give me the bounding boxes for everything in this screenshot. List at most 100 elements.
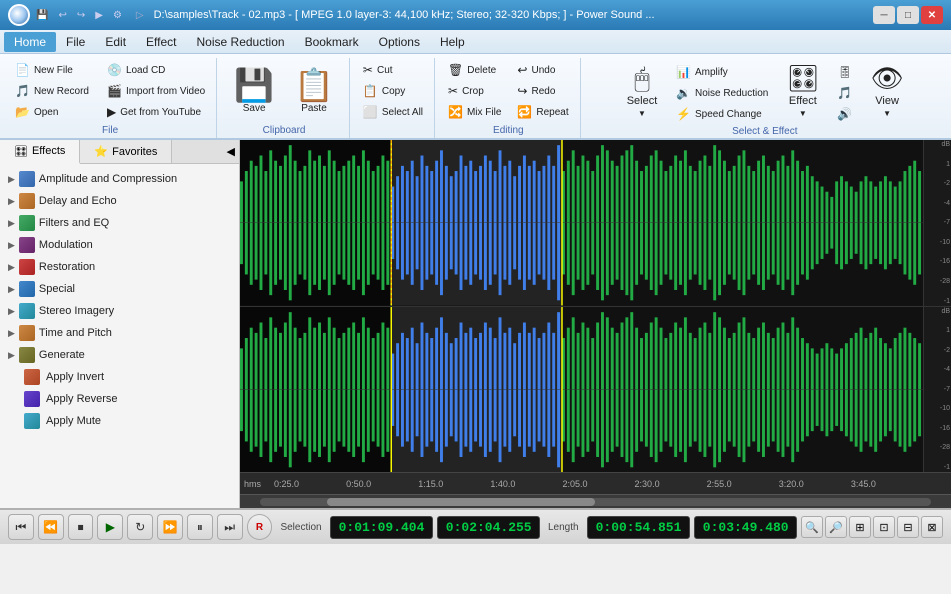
loop-button[interactable]: ↻ <box>127 514 153 540</box>
zoom-controls: 🔍 🔎 ⊞ ⊡ ⊟ ⊠ <box>801 516 943 538</box>
effects-tab[interactable]: 🎛 Effects <box>0 140 80 164</box>
noise-reduction-button[interactable]: 🔉 Noise Reduction <box>671 83 773 103</box>
chevron-amplitude: ▶ <box>8 174 15 185</box>
paste-button[interactable]: 📋 Paste <box>285 60 343 122</box>
menu-options[interactable]: Options <box>369 32 430 52</box>
minimize-button[interactable]: ─ <box>873 6 895 24</box>
fast-forward-button[interactable]: ⏩ <box>157 514 183 540</box>
menu-bookmark[interactable]: Bookmark <box>295 32 369 52</box>
top-waveform-svg <box>240 140 923 306</box>
mix-icon: 🔀 <box>448 105 463 119</box>
sidebar-modulation[interactable]: ▶ Modulation <box>0 234 239 256</box>
crop-button[interactable]: ✂ Crop <box>443 81 506 101</box>
h-scrollbar-area[interactable] <box>240 494 951 508</box>
tl-3-20: 3:20.0 <box>779 479 851 489</box>
menu-help[interactable]: Help <box>430 32 475 52</box>
select-button[interactable]: 🖱 Select ▼ <box>617 60 667 123</box>
sidebar-apply-reverse[interactable]: Apply Reverse <box>0 388 239 410</box>
h-scrollbar-track[interactable] <box>260 498 931 506</box>
quick-undo[interactable]: ↩ <box>58 10 66 21</box>
undo-button[interactable]: ↩ Undo <box>512 60 573 80</box>
effect-icon: 🎛 <box>786 65 819 91</box>
top-track[interactable]: dB 1 -2 -4 -7 -10 -16 -28 -1 <box>240 140 951 307</box>
some-effect-2[interactable]: 🎵 <box>832 83 857 103</box>
some-effect-3[interactable]: 🔊 <box>832 104 857 124</box>
stop-button[interactable]: ⏹ <box>68 514 94 540</box>
some-effect-1[interactable]: 🎚 <box>832 62 857 82</box>
new-record-button[interactable]: 🎵 New Record <box>10 81 94 101</box>
sidebar-expand[interactable]: ◀ <box>223 140 239 163</box>
zoom-out-button[interactable]: 🔎 <box>825 516 847 538</box>
h-scrollbar-thumb[interactable] <box>327 498 595 506</box>
undo-icon: ↩ <box>517 63 527 77</box>
quick-settings[interactable]: ⚙ <box>113 10 122 21</box>
sidebar-apply-invert[interactable]: Apply Invert <box>0 366 239 388</box>
quick-save[interactable]: 💾 <box>36 10 48 21</box>
quick-redo[interactable]: ↪ <box>77 10 85 21</box>
cut-button[interactable]: ✂ Cut <box>358 60 398 80</box>
delete-button[interactable]: 🗑 Delete <box>443 60 506 80</box>
close-button[interactable]: ✕ <box>921 6 943 24</box>
rewind-button[interactable]: ⏪ <box>38 514 64 540</box>
pause-button[interactable]: ⏸ <box>187 514 213 540</box>
goto-start-button[interactable]: ⏮ <box>8 514 34 540</box>
maximize-button[interactable]: □ <box>897 6 919 24</box>
select-all-button[interactable]: ⬜ Select All <box>358 102 428 122</box>
db-scale-top: dB 1 -2 -4 -7 -10 -16 -28 -1 <box>923 140 951 306</box>
sidebar-special[interactable]: ▶ Special <box>0 278 239 300</box>
zoom-fit-button[interactable]: ⊡ <box>873 516 895 538</box>
app-logo <box>8 4 30 26</box>
sidebar-restoration[interactable]: ▶ Restoration <box>0 256 239 278</box>
delete-icon: 🗑 <box>448 63 463 77</box>
sidebar-time-pitch[interactable]: ▶ Time and Pitch <box>0 322 239 344</box>
apply-reverse-icon <box>24 391 40 407</box>
get-youtube-button[interactable]: ▶ Get from YouTube <box>102 102 210 122</box>
sidebar-apply-mute[interactable]: Apply Mute <box>0 410 239 432</box>
menu-home[interactable]: Home <box>4 32 56 52</box>
repeat-button[interactable]: 🔁 Repeat <box>512 102 573 122</box>
load-cd-button[interactable]: 💿 Load CD <box>102 60 210 80</box>
open-button[interactable]: 📂 Open <box>10 102 94 122</box>
length-display: 0:00:54.851 <box>587 516 690 539</box>
menu-effect[interactable]: Effect <box>136 32 186 52</box>
menu-file[interactable]: File <box>56 32 95 52</box>
tl-2-30: 2:30.0 <box>635 479 707 489</box>
view-button[interactable]: 👁 View ▼ <box>862 60 913 123</box>
sidebar-delay[interactable]: ▶ Delay and Echo <box>0 190 239 212</box>
amplify-button[interactable]: 📊 Amplify <box>671 62 773 82</box>
bottom-waveform-svg <box>240 307 923 473</box>
copy-button[interactable]: 📋 Copy <box>358 81 410 101</box>
sidebar-stereo[interactable]: ▶ Stereo Imagery <box>0 300 239 322</box>
bottom-track[interactable]: dB 1 -2 -4 -7 -10 -16 -28 -1 <box>240 307 951 473</box>
record-button[interactable]: R <box>247 514 273 540</box>
menu-edit[interactable]: Edit <box>95 32 136 52</box>
zoom-selection-button[interactable]: ⊞ <box>849 516 871 538</box>
select-icon: 🖱 <box>634 65 650 91</box>
play-button[interactable]: ▶ <box>97 514 123 540</box>
sidebar-amplitude[interactable]: ▶ Amplitude and Compression <box>0 168 239 190</box>
waveform-area[interactable]: dB 1 -2 -4 -7 -10 -16 -28 -1 <box>240 140 951 508</box>
goto-end-button[interactable]: ⏭ <box>217 514 243 540</box>
zoom-custom-button[interactable]: ⊠ <box>921 516 943 538</box>
modulation-label: Modulation <box>39 239 93 251</box>
import-video-button[interactable]: 🎬 Import from Video <box>102 81 210 101</box>
zoom-reset-button[interactable]: ⊟ <box>897 516 919 538</box>
menu-noise-reduction[interactable]: Noise Reduction <box>187 32 295 52</box>
sidebar-filters[interactable]: ▶ Filters and EQ <box>0 212 239 234</box>
restoration-icon <box>19 259 35 275</box>
favorites-tab[interactable]: ⭐ Favorites <box>80 140 172 163</box>
stereo-icon <box>19 303 35 319</box>
sidebar-generate[interactable]: ▶ Generate <box>0 344 239 366</box>
speed-change-button[interactable]: ⚡ Speed Change <box>671 104 773 124</box>
zoom-in-button[interactable]: 🔍 <box>801 516 823 538</box>
new-file-button[interactable]: 📄 New File <box>10 60 94 80</box>
save-button[interactable]: 💾 Save <box>225 60 283 122</box>
quick-play[interactable]: ▶ <box>95 10 103 21</box>
effect-button[interactable]: 🎛 Effect ▼ <box>777 60 828 123</box>
mix-file-button[interactable]: 🔀 Mix File <box>443 102 506 122</box>
cut-icon: ✂ <box>363 63 373 77</box>
redo-button[interactable]: ↪ Redo <box>512 81 573 101</box>
effects-tab-icon: 🎛 <box>14 145 28 158</box>
repeat-icon: 🔁 <box>517 105 532 119</box>
paste-icon: 📋 <box>294 69 334 101</box>
